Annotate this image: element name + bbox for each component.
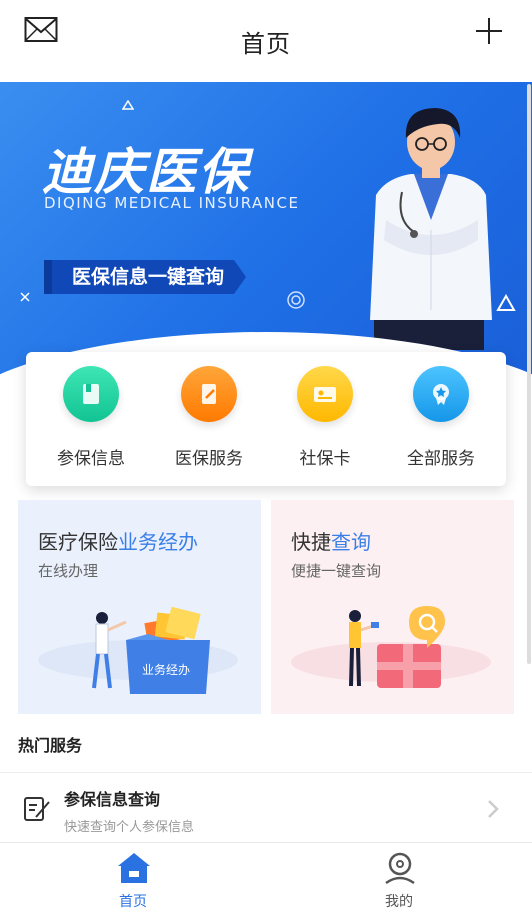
plus-icon[interactable]	[474, 16, 504, 46]
business-card[interactable]: 医疗保险业务经办 在线办理 业务经办	[18, 500, 261, 714]
query-card-title: 快捷查询	[291, 526, 371, 555]
quick-item-medical-service[interactable]: 医保服务	[154, 366, 264, 476]
quick-item-label: 医保服务	[175, 449, 243, 469]
business-title-prefix: 医疗保险	[38, 530, 118, 554]
hot-services-title: 热门服务	[18, 736, 83, 755]
sparkle-decor-icon	[20, 292, 30, 302]
tab-bar: 首页 我的	[0, 842, 532, 919]
book-icon	[63, 366, 119, 422]
id-card-icon	[297, 366, 353, 422]
service-desc: 快速查询个人参保信息	[64, 820, 195, 835]
home-icon	[118, 853, 150, 883]
edit-doc-icon	[181, 366, 237, 422]
doctor-illustration	[370, 108, 492, 350]
top-bar: 首页	[0, 0, 532, 82]
quick-item-social-card[interactable]: 社保卡	[270, 366, 380, 476]
query-card[interactable]: 快捷查询 便捷一键查询	[271, 500, 514, 714]
business-illustration: 业务经办	[38, 606, 238, 694]
query-title-highlight: 查询	[331, 530, 371, 554]
banner-brand-en: DIQING MEDICAL INSURANCE	[44, 194, 300, 212]
form-edit-icon	[24, 797, 50, 821]
banner-slogan: 医保信息一键查询	[44, 260, 246, 294]
query-illustration	[291, 606, 491, 688]
tab-label: 首页	[119, 894, 147, 910]
scrollbar[interactable]	[527, 84, 531, 664]
tab-label: 我的	[385, 894, 413, 910]
page-title: 首页	[241, 30, 291, 58]
divider	[0, 772, 532, 773]
tab-home[interactable]: 首页	[0, 843, 266, 919]
list-item[interactable]: 参保信息查询 快速查询个人参保信息	[0, 776, 532, 842]
business-card-title: 医疗保险业务经办	[38, 526, 198, 555]
business-card-subtitle: 在线办理	[38, 562, 99, 580]
quick-item-label: 参保信息	[57, 449, 125, 469]
query-card-subtitle: 便捷一键查询	[291, 562, 382, 580]
quick-services-card: 参保信息 医保服务 社保卡 全部服务	[26, 352, 506, 486]
business-art-label: 业务经办	[142, 662, 190, 677]
business-title-highlight: 业务经办	[118, 530, 198, 554]
badge-icon	[413, 366, 469, 422]
quick-item-insurance-info[interactable]: 参保信息	[36, 366, 146, 476]
promo-banner[interactable]: 迪庆医保 DIQING MEDICAL INSURANCE 医保信息一键查询	[0, 82, 532, 382]
chevron-right-icon	[488, 800, 499, 818]
circle-decor-icon	[287, 291, 305, 309]
quick-item-all-services[interactable]: 全部服务	[386, 366, 496, 476]
quick-item-label: 全部服务	[407, 449, 475, 469]
tab-mine[interactable]: 我的	[266, 843, 532, 919]
service-name: 参保信息查询	[64, 790, 161, 809]
query-title-prefix: 快捷	[291, 530, 331, 554]
quick-item-label: 社保卡	[299, 449, 351, 469]
user-icon	[385, 852, 415, 885]
triangle-decor-icon	[122, 100, 134, 110]
